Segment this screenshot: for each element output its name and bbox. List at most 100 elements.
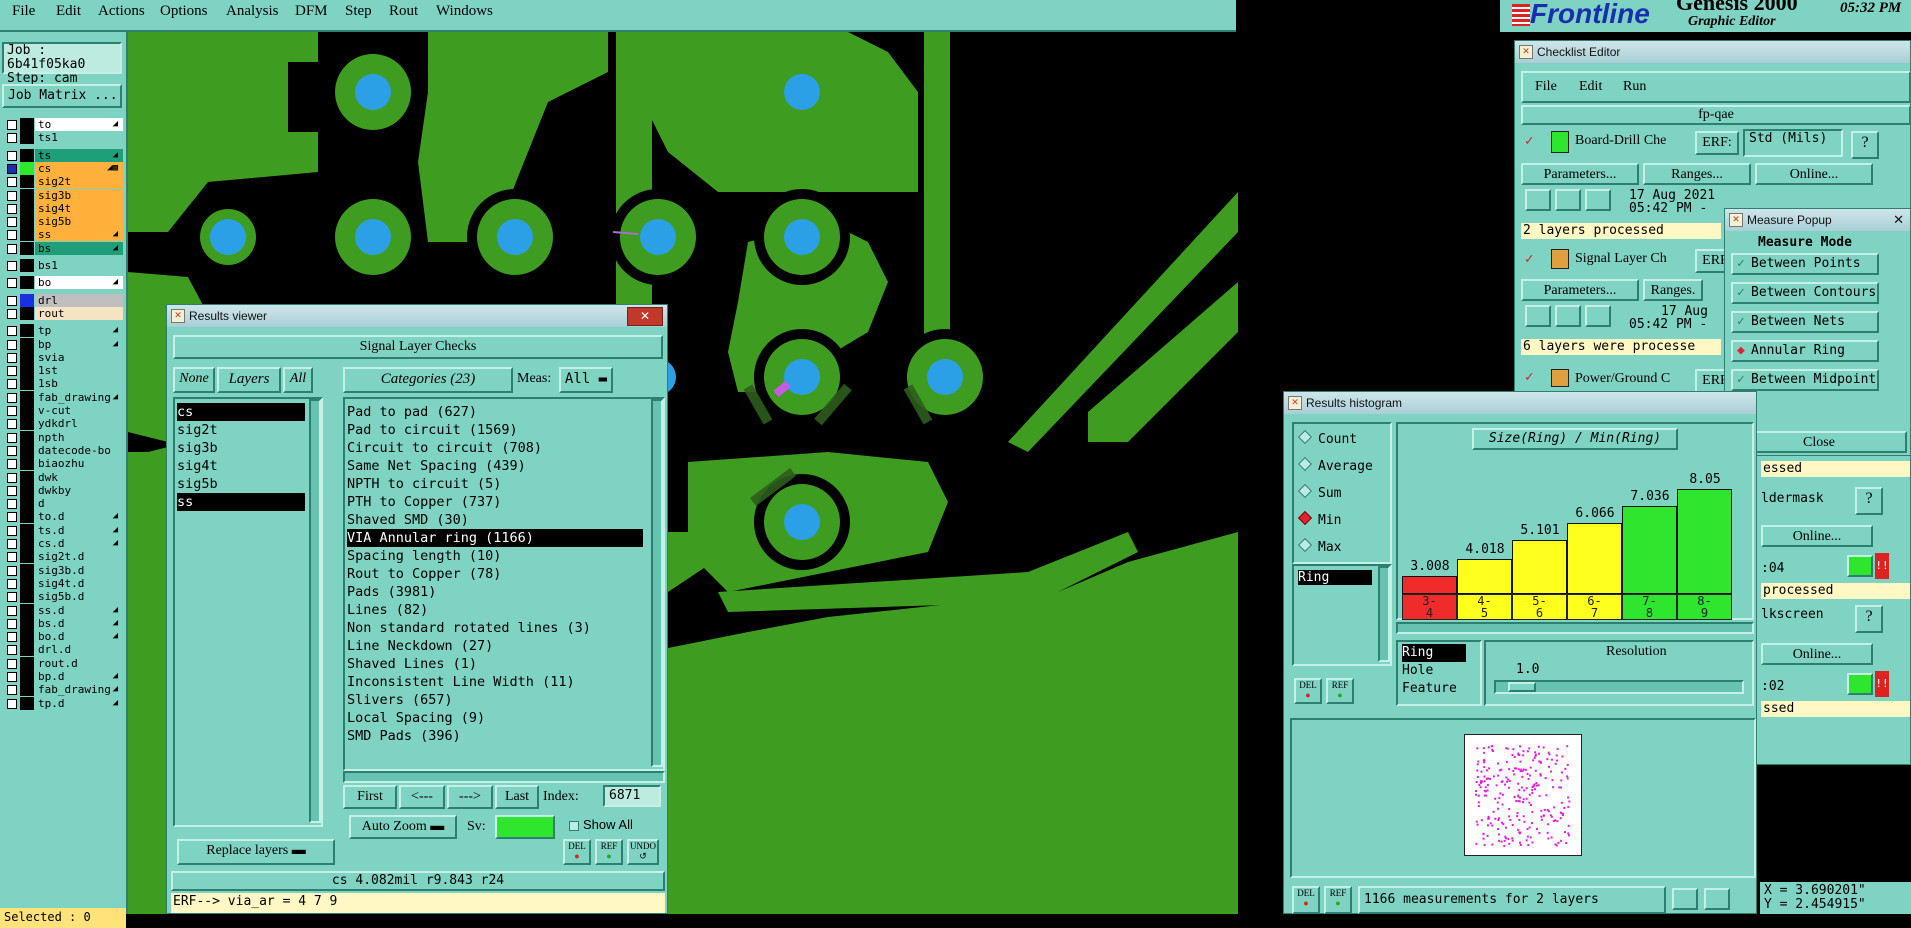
- layer-checkbox[interactable]: [7, 672, 17, 682]
- layer-row[interactable]: datecode-bo: [4, 443, 123, 457]
- category-item[interactable]: Shaved SMD (30): [347, 511, 643, 529]
- check2-ranges-button[interactable]: Ranges.: [1643, 279, 1703, 301]
- layer-row[interactable]: fab_drawing ◢: [4, 390, 123, 404]
- check2-checkmark-icon[interactable]: ✓: [1525, 251, 1533, 267]
- layer-color-swatch[interactable]: [20, 457, 34, 471]
- check2-name[interactable]: Signal Layer Ch: [1575, 251, 1691, 267]
- layer-row[interactable]: bs.d ◢: [4, 616, 123, 630]
- layer-checkbox[interactable]: [7, 472, 17, 483]
- zoom-icon[interactable]: [1847, 555, 1873, 577]
- layer-checkbox[interactable]: [7, 592, 17, 603]
- layer-color-swatch[interactable]: [20, 590, 34, 604]
- results-histogram-titlebar[interactable]: ✕ Results histogram: [1284, 392, 1756, 414]
- close-window-icon[interactable]: ✕: [627, 307, 663, 326]
- measure-close-button[interactable]: Close: [1731, 431, 1907, 453]
- layer-color-swatch[interactable]: [20, 576, 34, 590]
- layer-checkbox[interactable]: [7, 406, 17, 416]
- layer-color-swatch[interactable]: [20, 430, 34, 444]
- layer-row[interactable]: sig4t.d: [4, 576, 123, 590]
- layer-list-item[interactable]: sig2t: [177, 421, 305, 439]
- category-item[interactable]: Circuit to circuit (708): [347, 439, 643, 457]
- check1-name[interactable]: Board-Drill Che: [1575, 133, 1695, 149]
- layers-listbox[interactable]: cs sig2t sig3b sig4t sig5b ss: [173, 397, 323, 827]
- histogram-bar[interactable]: [1567, 523, 1622, 594]
- category-item[interactable]: Shaved Lines (1): [347, 655, 643, 673]
- layer-checkbox[interactable]: [7, 278, 17, 289]
- close-window-icon[interactable]: ✕: [1893, 209, 1904, 231]
- layer-row[interactable]: sig2t: [4, 175, 123, 189]
- menu-options[interactable]: Options: [160, 0, 208, 26]
- layer-color-swatch[interactable]: [20, 276, 34, 290]
- last-button[interactable]: Last: [495, 785, 539, 809]
- layer-color-swatch[interactable]: [20, 201, 34, 215]
- check1-parameters-button[interactable]: Parameters...: [1521, 163, 1639, 185]
- layer-row[interactable]: tp ◢: [4, 324, 123, 338]
- run-net-icon[interactable]: [1585, 305, 1611, 327]
- check1-erf-value[interactable]: Std (Mils): [1743, 129, 1843, 157]
- category-item[interactable]: Line Neckdown (27): [347, 637, 643, 655]
- layer-color-swatch[interactable]: [20, 148, 34, 162]
- chart-icon[interactable]: [1672, 888, 1698, 910]
- layer-row[interactable]: bo ◢: [4, 276, 123, 290]
- layer-row[interactable]: to.d ◢: [4, 510, 123, 524]
- run-icon[interactable]: [1525, 305, 1551, 327]
- layer-row[interactable]: tp.d ◢: [4, 696, 123, 710]
- category-item[interactable]: Same Net Spacing (439): [347, 457, 643, 475]
- checklist-menu-edit[interactable]: Edit: [1579, 79, 1602, 95]
- layer-color-swatch[interactable]: [20, 643, 34, 657]
- prev-button[interactable]: <---: [399, 785, 445, 809]
- bottom-ref-button[interactable]: REF ●: [1324, 886, 1352, 914]
- layer-color-swatch[interactable]: [20, 377, 34, 391]
- check4-online-button[interactable]: Online...: [1761, 525, 1873, 547]
- measure-mode-option[interactable]: ✓ Between Nets: [1731, 311, 1879, 333]
- layer-checkbox[interactable]: [7, 392, 17, 403]
- layer-checkbox[interactable]: [7, 295, 17, 306]
- categories-scrollbar[interactable]: [651, 399, 663, 767]
- layer-row[interactable]: ts1: [4, 131, 123, 145]
- layer-row[interactable]: bo.d ◢: [4, 630, 123, 644]
- layer-color-swatch[interactable]: [20, 417, 34, 431]
- layer-row[interactable]: drl.d: [4, 643, 123, 657]
- layer-color-swatch[interactable]: [20, 510, 34, 524]
- layer-checkbox[interactable]: [7, 525, 17, 536]
- layer-checkbox[interactable]: [7, 578, 17, 589]
- layers-button[interactable]: Layers: [217, 367, 281, 393]
- layer-row[interactable]: rout: [4, 306, 123, 320]
- measure-mode-option[interactable]: ◆ Annular Ring: [1731, 340, 1879, 362]
- layer-color-swatch[interactable]: [20, 497, 34, 511]
- categories-listbox[interactable]: Pad to pad (627) Pad to circuit (1569) Cir…: [343, 397, 665, 771]
- layer-checkbox[interactable]: [7, 552, 17, 563]
- layer-color-swatch[interactable]: [20, 118, 34, 131]
- layer-color-swatch[interactable]: [20, 337, 34, 351]
- menu-actions[interactable]: Actions: [98, 0, 145, 26]
- check1-online-button[interactable]: Online...: [1755, 163, 1873, 185]
- layer-checkbox[interactable]: [7, 352, 17, 363]
- layer-row[interactable]: bs ◢: [4, 241, 123, 255]
- layer-checkbox[interactable]: [7, 645, 17, 656]
- layer-checkbox[interactable]: [7, 177, 17, 188]
- histogram-bar[interactable]: [1457, 558, 1512, 594]
- layer-checkbox[interactable]: [7, 366, 17, 377]
- layer-row[interactable]: 1sb: [4, 377, 123, 391]
- layer-row[interactable]: 1st: [4, 364, 123, 378]
- layer-row[interactable]: sig3b: [4, 188, 123, 202]
- layer-checkbox[interactable]: [7, 230, 17, 241]
- layer-row[interactable]: sig3b.d: [4, 563, 123, 577]
- layer-color-swatch[interactable]: [20, 550, 34, 564]
- layer-row[interactable]: ts.d ◢: [4, 523, 123, 537]
- layer-checkbox[interactable]: [7, 485, 17, 496]
- layer-color-swatch[interactable]: [20, 683, 34, 697]
- layer-list-item[interactable]: sig3b: [177, 439, 305, 457]
- layer-checkbox[interactable]: [7, 163, 17, 174]
- category-item[interactable]: PTH to Copper (737): [347, 493, 643, 511]
- all-layers-button[interactable]: All: [283, 367, 313, 393]
- category-item[interactable]: Inconsistent Line Width (11): [347, 673, 643, 691]
- layer-checkbox[interactable]: [7, 419, 17, 430]
- check5-name[interactable]: lkscreen: [1761, 607, 1824, 622]
- layer-row[interactable]: bs1: [4, 259, 123, 272]
- layers-scrollbar[interactable]: [309, 399, 321, 823]
- group-list-item[interactable]: Ring: [1402, 644, 1466, 662]
- undo-button[interactable]: UNDO ↺: [627, 839, 659, 865]
- category-item[interactable]: NPTH to circuit (5): [347, 475, 643, 493]
- layer-checkbox[interactable]: [7, 326, 17, 337]
